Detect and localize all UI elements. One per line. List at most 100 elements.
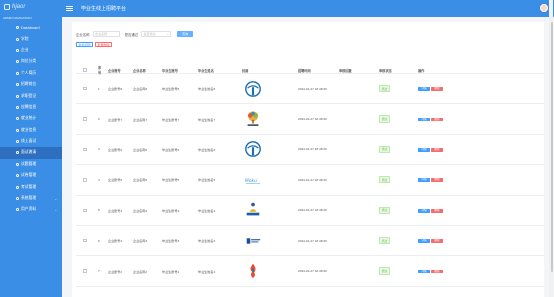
- table-row: 5 企业账号4 企业名称4 毕业生账号4 毕业生姓名4 2024-01-27 18:48:…: [76, 196, 544, 226]
- action-bar: 新增招聘 批量删除: [76, 42, 113, 47]
- row-checkbox[interactable]: [83, 269, 87, 273]
- cell-index: 2: [98, 117, 100, 122]
- delete-button[interactable]: 删除: [431, 117, 443, 122]
- top-bar: 毕业生线上招聘平台 ▾: [62, 0, 554, 17]
- detail-button[interactable]: 详情: [418, 117, 430, 122]
- row-checkbox[interactable]: [83, 208, 87, 212]
- cell-index: 7: [98, 269, 100, 274]
- sidebar-item[interactable]: 系统管理 ⌄: [0, 193, 62, 204]
- sidebar-item-label: 试题管理: [21, 161, 37, 166]
- status-badge: 通过: [379, 145, 391, 154]
- cell-index: 3: [98, 147, 100, 152]
- status-badge: 通过: [379, 115, 391, 123]
- exam-icon: [16, 185, 19, 189]
- cell-company-name: 企业名称6: [133, 147, 148, 152]
- table-row: 4 企业账号5 企业名称5 毕业生账号5 毕业生姓名5 Moku 2024-01-27 18…: [76, 165, 544, 196]
- delete-button[interactable]: 删除: [431, 208, 443, 213]
- sidebar-item-label: 企业: [21, 47, 29, 52]
- filter-bar: 企业名称 企业名称 是否通过 是否通过 ⌄ 查询: [76, 31, 194, 37]
- cell-grad-no: 毕业生账号2: [162, 269, 180, 274]
- header-state: 审核状态: [379, 68, 392, 73]
- detail-button[interactable]: 详情: [418, 87, 430, 92]
- row-checkbox[interactable]: [83, 86, 87, 91]
- company-search-input[interactable]: 企业名称: [92, 31, 120, 37]
- sidebar-item[interactable]: 就业统计: [0, 113, 62, 124]
- delete-button[interactable]: 删除: [431, 239, 443, 244]
- cell-company-no: 企业账号2: [108, 269, 123, 274]
- detail-button[interactable]: 详情: [418, 269, 430, 274]
- status-badge: 通过: [379, 267, 391, 275]
- table-header: 序号 企业账号 企业名称 毕业生账号 毕业生姓名 封面 招聘时间 审核回复 审核…: [76, 66, 544, 75]
- menu-toggle-icon[interactable]: [66, 6, 73, 11]
- batch-delete-button[interactable]: 批量删除: [95, 42, 113, 47]
- detail-button[interactable]: 详情: [418, 239, 430, 244]
- cell-company-name: 企业名称5: [133, 178, 148, 183]
- book-icon: [16, 162, 19, 166]
- status-select[interactable]: 是否通过 ⌄: [141, 31, 172, 37]
- detail-button[interactable]: 详情: [418, 148, 430, 152]
- brand-title: 毕业生线上招聘平台: [81, 6, 127, 12]
- detail-button[interactable]: 详情: [418, 178, 430, 183]
- sidebar-item[interactable]: 个人简历: [0, 68, 62, 79]
- add-button[interactable]: 新增招聘: [76, 42, 94, 47]
- sidebar-item[interactable]: 学院: [0, 33, 62, 44]
- row-checkbox[interactable]: [83, 117, 87, 121]
- cell-grad-name: 毕业生姓名8: [198, 87, 216, 92]
- delete-button[interactable]: 删除: [431, 178, 443, 183]
- sidebar-item[interactable]: 试卷管理: [0, 170, 62, 181]
- logo-blue-t-image: [244, 140, 262, 158]
- cell-grad-no: 毕业生账号4: [162, 208, 180, 213]
- sidebar-item-label: 线上面试: [21, 139, 37, 144]
- sidebar-item[interactable]: 岗位分类: [0, 56, 62, 67]
- sidebar-item-label: 系统管理: [21, 196, 37, 201]
- scrollbar-thumb[interactable]: [550, 22, 553, 272]
- cell-grad-no: 毕业生账号5: [162, 178, 180, 183]
- cell-grad-no: 毕业生账号3: [162, 239, 180, 244]
- cell-index: 4: [98, 177, 100, 182]
- cell-company-no: 企业账号8: [108, 87, 123, 92]
- sidebar-item[interactable]: 试题管理: [0, 159, 62, 170]
- avatar[interactable]: [540, 4, 548, 12]
- header-op: 操作: [418, 68, 425, 73]
- search-button[interactable]: 查询: [177, 31, 194, 37]
- delete-button[interactable]: 删除: [431, 269, 443, 274]
- cell-grad-name: 毕业生姓名5: [198, 178, 216, 183]
- sidebar-subtitle: ADMIN NAVIGATION: [3, 16, 32, 20]
- sidebar-item[interactable]: 企业: [0, 45, 62, 56]
- cell-grad-name: 毕业生姓名7: [198, 117, 216, 122]
- sidebar-item[interactable]: 用户资料 ⌄: [0, 204, 62, 215]
- sidebar-item[interactable]: 就业信息: [0, 125, 62, 136]
- row-checkbox[interactable]: [83, 178, 87, 182]
- select-all-checkbox[interactable]: [83, 68, 87, 72]
- sidebar-item[interactable]: 考试管理: [0, 181, 62, 192]
- sidebar-item-label: 个人简历: [21, 70, 37, 75]
- company-filter-label: 企业名称: [76, 32, 90, 37]
- delete-button[interactable]: 删除: [431, 87, 443, 92]
- heart-icon: [16, 37, 19, 41]
- chart-icon: [16, 117, 19, 121]
- calendar-icon: [16, 151, 19, 155]
- row-checkbox[interactable]: [83, 238, 87, 243]
- delete-button[interactable]: 删除: [431, 148, 443, 152]
- row-checkbox[interactable]: [83, 147, 87, 152]
- cell-company-no: 企业账号3: [108, 239, 123, 244]
- logo-icon: [4, 4, 10, 10]
- logo-tree-image: [244, 110, 262, 128]
- data-table: 序号 企业账号 企业名称 毕业生账号 毕业生姓名 封面 招聘时间 审核回复 审核…: [76, 66, 544, 287]
- sidebar-item[interactable]: 招聘岗位: [0, 79, 62, 90]
- sidebar-item[interactable]: 面试邀请: [0, 147, 67, 159]
- sidebar-item[interactable]: Dashboard: [0, 22, 62, 33]
- header-time: 招聘时间: [298, 68, 311, 73]
- detail-button[interactable]: 详情: [418, 208, 430, 213]
- header-grad-no: 毕业生账号: [162, 68, 178, 73]
- status-badge: 通过: [379, 206, 391, 214]
- sidebar-item[interactable]: 求职登记: [0, 90, 62, 101]
- status-badge: 通过: [379, 85, 391, 93]
- mail-icon: [16, 105, 19, 109]
- sidebar-item[interactable]: 应聘信息: [0, 102, 62, 113]
- cell-company-name: 企业名称3: [133, 239, 148, 244]
- table-row: 6 企业账号3 企业名称3 毕业生账号3 毕业生姓名3 2024-01-27 18:48:…: [76, 226, 544, 257]
- header-reply: 审核回复: [339, 68, 352, 73]
- cell-company-no: 企业账号6: [108, 147, 123, 152]
- sidebar-item[interactable]: 线上面试: [0, 136, 62, 147]
